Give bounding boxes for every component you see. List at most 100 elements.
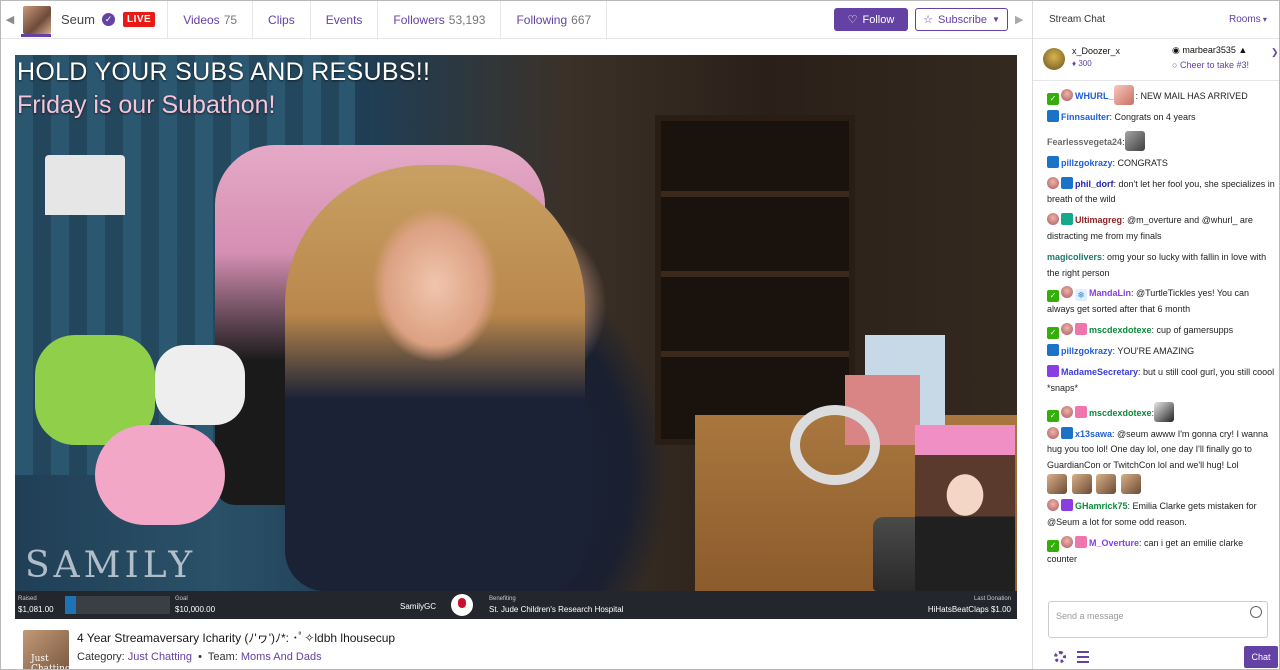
category-row: Category: Just Chatting • Team: Moms And… <box>77 651 322 663</box>
chat-input[interactable] <box>1056 606 1236 626</box>
raised-value: $1,081.00 <box>18 605 54 614</box>
pinned-cheer-banner: x_Doozer_x ♦ 300 ◉ marbear3535 ▲ ○ Cheer… <box>1033 39 1279 81</box>
video-player[interactable]: HOLD YOUR SUBS AND RESUBS!! Friday is ou… <box>15 55 1017 619</box>
chat-username[interactable]: pillzgokrazy <box>1061 346 1113 356</box>
stream-title: 4 Year Streamaversary Icharity (ﾉ'ヮ')ﾉ*:… <box>77 631 396 645</box>
collapse-right-icon[interactable]: ▶ <box>1015 13 1023 26</box>
heart-icon: ♡ <box>847 14 858 26</box>
raised-label: Raised <box>18 596 37 602</box>
chat-username[interactable]: M_Overture <box>1089 538 1139 548</box>
emote-picker-icon[interactable] <box>1250 606 1262 618</box>
chat-username[interactable]: Ultimagreg <box>1075 215 1122 225</box>
chat-username[interactable]: Finnsaulter <box>1061 112 1110 122</box>
rooms-dropdown[interactable]: Rooms <box>1229 14 1267 25</box>
chevron-right-icon[interactable]: ❯ <box>1271 47 1279 58</box>
second-cheerer[interactable]: ◉ marbear3535 ▲ <box>1172 45 1247 56</box>
category-thumbnail[interactable]: Just Chatting <box>23 630 71 670</box>
active-tab-indicator <box>21 33 51 37</box>
purple-badge-icon <box>1061 498 1073 511</box>
bits-icon: ▲ <box>1235 45 1248 55</box>
lamp <box>45 155 125 215</box>
emote-icon <box>1047 473 1067 494</box>
chat-input-box[interactable] <box>1048 601 1268 638</box>
chat-username[interactable]: magicolivers <box>1047 252 1102 262</box>
team-link[interactable]: Moms And Dads <box>241 651 322 663</box>
chat-username[interactable]: x13sawa <box>1075 429 1112 439</box>
chat-username[interactable]: mscdexdotexe <box>1089 408 1152 418</box>
list-icon[interactable] <box>1077 651 1089 663</box>
tab-videos-count: 75 <box>223 12 238 27</box>
bookshelf <box>655 115 855 445</box>
avatar[interactable] <box>23 5 51 34</box>
cheer-icon: ○ <box>1172 60 1180 70</box>
tab-following[interactable]: Following 667 <box>500 1 608 39</box>
chat-message: ✓ WHURL_: NEW MAIL HAS ARRIVED <box>1047 85 1275 105</box>
chat-message: Ultimagreg: @m_overture and @whurl_ are … <box>1047 213 1275 245</box>
verified-icon: ✓ <box>101 13 115 26</box>
top-cheerer-bits-value: 300 <box>1078 59 1092 68</box>
chat-username[interactable]: MandaLin <box>1089 288 1131 298</box>
gear-icon[interactable] <box>1054 651 1066 663</box>
goal-value: $10,000.00 <box>175 605 216 614</box>
top-cheerer-name[interactable]: x_Doozer_x <box>1072 46 1120 56</box>
chat-text: : cup of gamersupps <box>1151 325 1234 336</box>
chat-message: ✓ mscdexdotexe: <box>1047 401 1275 422</box>
tab-followers[interactable]: Followers 53,193 <box>377 1 500 39</box>
chat-message: Finnsaulter: Congrats on 4 years <box>1047 110 1275 126</box>
chat-send-button[interactable]: Chat <box>1244 646 1278 668</box>
chat-username[interactable]: pillzgokrazy <box>1061 158 1113 168</box>
charity-bar: Raised $1,081.00 Goal $10,000.00 SamilyG… <box>15 591 1017 619</box>
chat-username[interactable]: mscdexdotexe <box>1089 325 1152 335</box>
category-link[interactable]: Just Chatting <box>128 651 192 663</box>
benefiting-label: Benefiting <box>489 596 516 602</box>
channel-avatar-tab[interactable] <box>19 1 55 39</box>
separator-dot: • <box>195 651 205 663</box>
chat-username[interactable]: WHURL_ <box>1075 91 1114 101</box>
chat-message: pillzgokrazy: YOU'RE AMAZING <box>1047 344 1275 360</box>
gem-badge-icon <box>1061 213 1073 226</box>
category-label: Category: <box>77 651 125 663</box>
live-badge: LIVE <box>122 12 156 27</box>
tab-events-label: Events <box>325 12 363 27</box>
crown-badge-icon <box>1047 155 1059 168</box>
bits-badge-icon <box>1075 323 1087 336</box>
emote-icon <box>1124 130 1145 151</box>
crown-badge-icon <box>1047 344 1059 357</box>
chat-message: Fearlessvegeta24: <box>1047 130 1275 151</box>
follow-button[interactable]: ♡ Follow <box>834 8 908 31</box>
emote-icon <box>1113 85 1134 105</box>
badge-icon <box>1047 498 1059 511</box>
chevron-down-icon: ▼ <box>991 15 1000 24</box>
chat-message: ✓ mscdexdotexe: cup of gamersupps <box>1047 323 1275 340</box>
chat-message: GHamrick75: Emilia Clarke gets mistaken … <box>1047 498 1275 531</box>
chat-username[interactable]: MadameSecretary <box>1061 367 1138 377</box>
second-cheerer-name: marbear3535 <box>1182 45 1236 55</box>
category-thumbnail-text: Just Chatting <box>31 654 71 670</box>
team-label: Team: <box>207 651 238 663</box>
top-cheerer-avatar[interactable] <box>1043 48 1065 70</box>
bits-badge-icon <box>1075 535 1087 548</box>
bits-badge-icon <box>1075 405 1087 418</box>
tab-videos[interactable]: Videos 75 <box>167 1 252 39</box>
chat-username[interactable]: Fearlessvegeta24 <box>1047 137 1122 147</box>
chat-message: magicolivers: omg your so lucky with fal… <box>1047 250 1275 282</box>
collapse-left-icon[interactable]: ◀ <box>1 13 19 26</box>
emote-icon <box>1120 473 1141 494</box>
white-plush <box>155 345 245 425</box>
tab-clips[interactable]: Clips <box>252 1 310 39</box>
emote-icon <box>1071 473 1092 494</box>
chat-username[interactable]: phil_dorf <box>1075 179 1114 189</box>
chat-username[interactable]: GHamrick75 <box>1075 501 1128 511</box>
last-donation-value: HiHatsBeatClaps $1.00 <box>927 605 1011 614</box>
chat-title: Stream Chat <box>1049 14 1106 25</box>
chibi-character <box>915 425 1015 591</box>
follow-label: Follow <box>862 13 895 26</box>
tab-videos-label: Videos <box>183 12 220 27</box>
channel-name[interactable]: Seum <box>61 12 95 27</box>
subscribe-button[interactable]: ☆ Subscribe ▼ <box>915 8 1008 31</box>
tab-events[interactable]: Events <box>309 1 378 39</box>
cheer-cta[interactable]: ○ Cheer to take #3! <box>1172 60 1249 70</box>
chat-message: x13sawa: @seum awww I'm gonna cry! I wan… <box>1047 426 1275 494</box>
overlay-subline: Friday is our Subathon! <box>17 91 276 119</box>
moderator-badge-icon: ✓ <box>1047 290 1059 303</box>
